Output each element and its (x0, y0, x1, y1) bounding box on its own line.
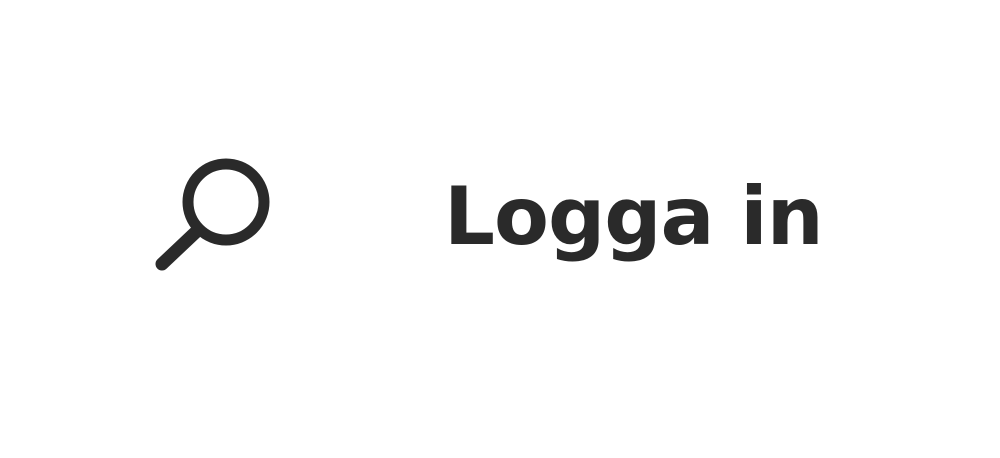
login-link[interactable]: Logga in (444, 172, 824, 262)
search-icon (155, 158, 270, 271)
header-bar: Logga in (0, 0, 1000, 458)
search-button[interactable] (148, 150, 280, 278)
